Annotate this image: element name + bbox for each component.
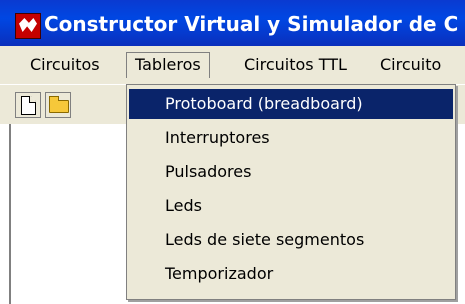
- menu-tableros[interactable]: Tableros: [126, 52, 210, 78]
- open-folder-icon: [49, 96, 69, 113]
- panel-divider: [9, 124, 11, 304]
- menu-item-pulsadores[interactable]: Pulsadores: [129, 157, 453, 187]
- app-logo-icon: [15, 13, 41, 39]
- menu-item-temporizador[interactable]: Temporizador: [129, 259, 453, 289]
- menu-bar: Circuitos Tableros Circuitos TTL Circuit…: [0, 46, 465, 84]
- new-button[interactable]: [15, 92, 41, 118]
- tableros-dropdown-menu: Protoboard (breadboard) Interruptores Pu…: [126, 84, 456, 300]
- menu-circuito[interactable]: Circuito: [372, 52, 449, 78]
- menu-item-leds[interactable]: Leds: [129, 191, 453, 221]
- menu-circuitos-ttl[interactable]: Circuitos TTL: [236, 52, 355, 78]
- menu-circuitos[interactable]: Circuitos: [22, 52, 108, 78]
- menu-item-protoboard[interactable]: Protoboard (breadboard): [129, 89, 453, 119]
- menu-item-interruptores[interactable]: Interruptores: [129, 123, 453, 153]
- title-bar[interactable]: Constructor Virtual y Simulador de C: [0, 0, 465, 46]
- new-document-icon: [21, 96, 36, 115]
- window-title: Constructor Virtual y Simulador de C: [44, 12, 459, 36]
- menu-item-leds-siete-segmentos[interactable]: Leds de siete segmentos: [129, 225, 453, 255]
- open-button[interactable]: [45, 92, 71, 118]
